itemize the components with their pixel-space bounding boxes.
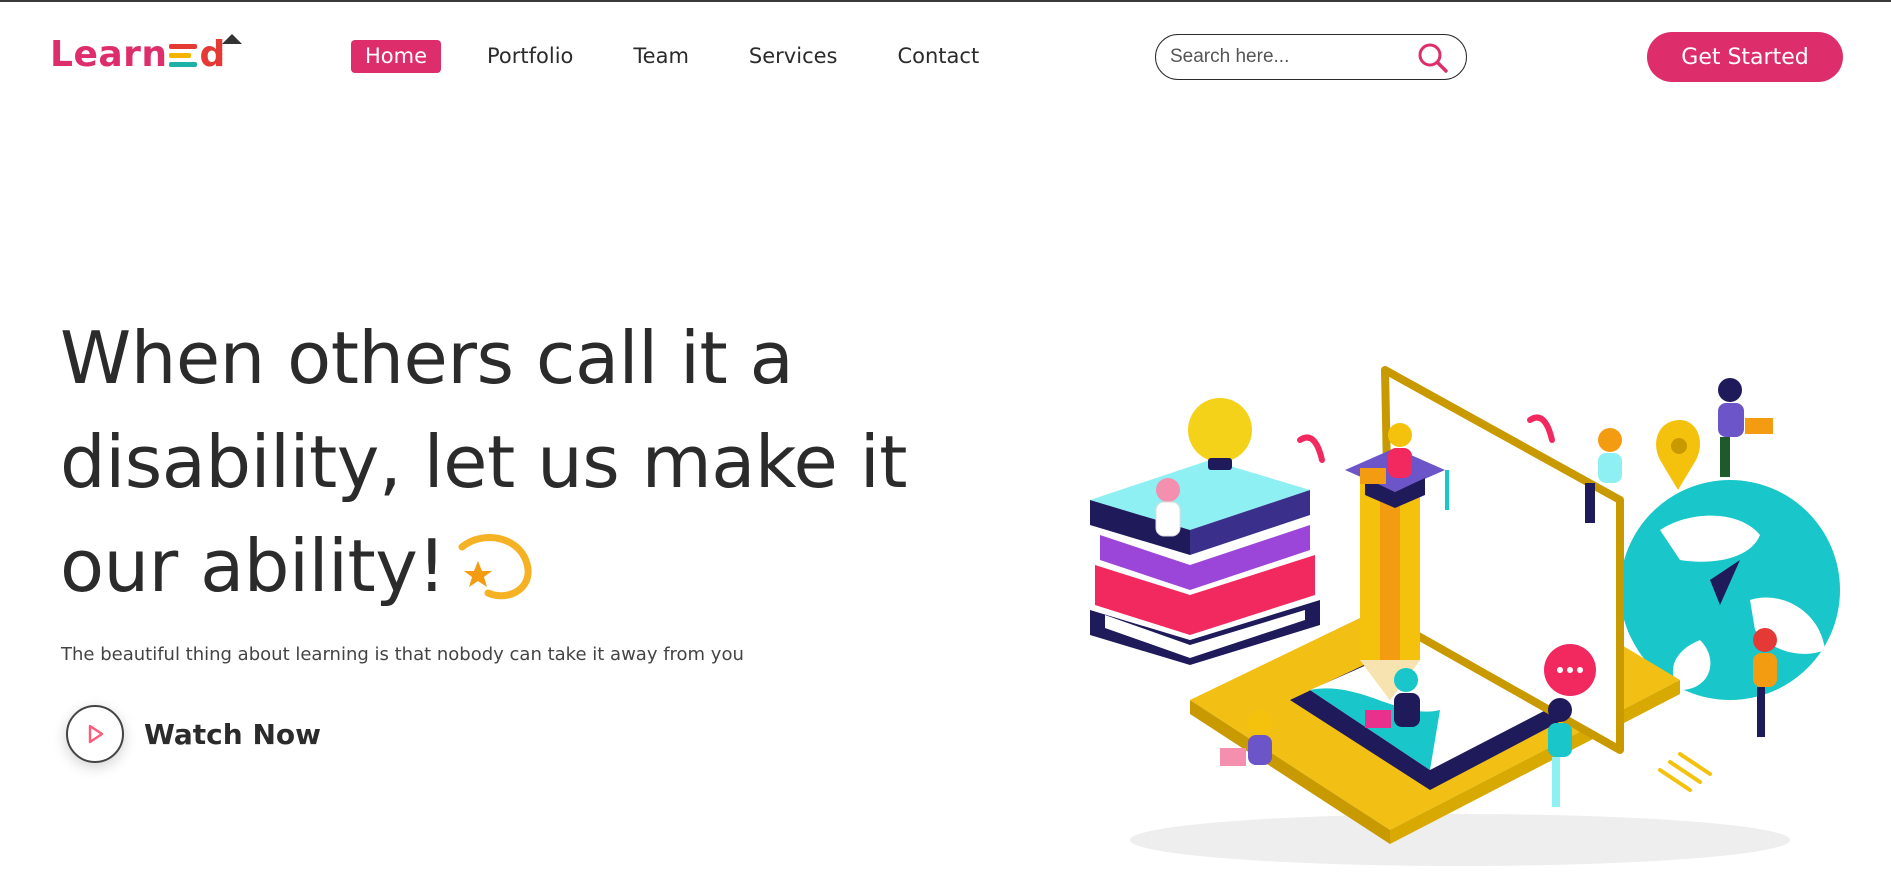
get-started-button[interactable]: Get Started bbox=[1647, 32, 1843, 82]
search-box bbox=[1155, 34, 1467, 80]
dizzy-sparkle-icon bbox=[458, 534, 532, 600]
nav-item-services[interactable]: Services bbox=[735, 40, 852, 73]
nav-item-portfolio[interactable]: Portfolio bbox=[473, 40, 587, 73]
headline-line: disability, let us make it bbox=[60, 420, 907, 504]
hero-subtitle: The beautiful thing about learning is th… bbox=[61, 644, 744, 665]
logo-wordmark: Learn d bbox=[50, 33, 226, 75]
online-learning-illustration bbox=[1090, 366, 1840, 866]
play-button[interactable] bbox=[66, 705, 124, 763]
graduation-cap-icon bbox=[222, 34, 242, 44]
nav-item-home[interactable]: Home bbox=[351, 40, 442, 73]
headline-line: our ability! bbox=[60, 514, 960, 618]
top-border bbox=[0, 0, 1891, 2]
nav-item-team[interactable]: Team bbox=[619, 40, 703, 73]
nav-item-contact[interactable]: Contact bbox=[883, 40, 993, 73]
watch-now-label: Watch Now bbox=[144, 717, 321, 751]
main-nav: Home Portfolio Team Services Contact bbox=[351, 40, 1025, 73]
search-input[interactable] bbox=[1170, 46, 1410, 68]
logo[interactable]: Learn d bbox=[50, 30, 242, 78]
play-icon bbox=[88, 724, 104, 744]
watch-now-link[interactable]: Watch Now bbox=[66, 705, 321, 763]
search-icon[interactable] bbox=[1416, 41, 1450, 75]
logo-book-e-icon bbox=[168, 43, 199, 68]
headline-line: When others call it a bbox=[60, 316, 794, 400]
hero-headline: When others call it a disability, let us… bbox=[60, 306, 960, 618]
